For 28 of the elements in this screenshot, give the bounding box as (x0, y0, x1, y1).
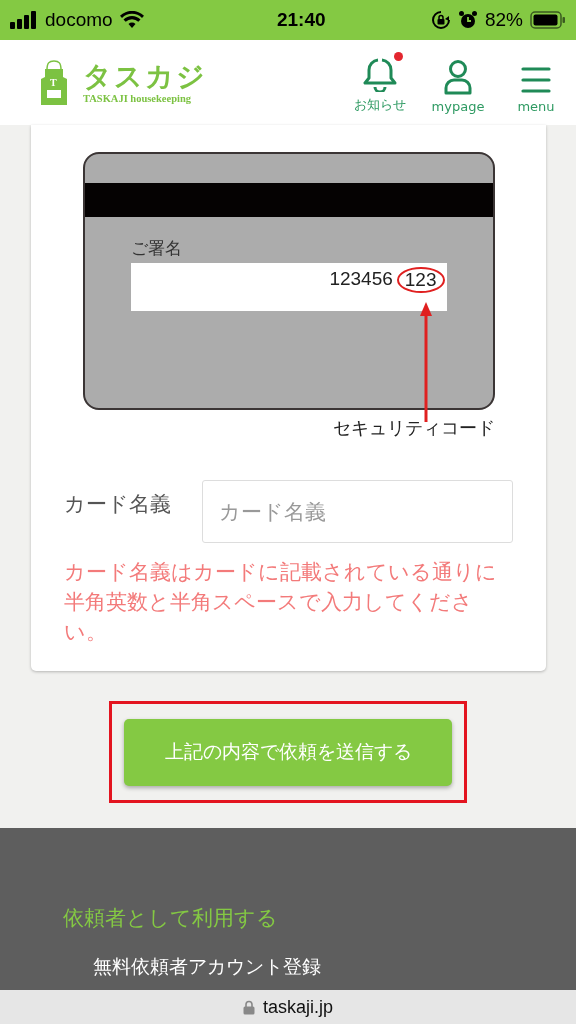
field-label: カード名義 (63, 491, 172, 518)
footer-link[interactable]: 無料依頼者アカウント登録 (93, 953, 576, 979)
wifi-icon (119, 11, 144, 29)
logo-title: タスカジ (83, 61, 207, 92)
card-number-text: 123456 (329, 267, 393, 291)
footer-heading: 依頼者として利用する (63, 905, 279, 932)
nav-menu-button[interactable]: menu (508, 54, 564, 114)
error-note: カード名義はカードに記載されている通りに半角英数と半角スペースで入力してください。 (63, 559, 498, 646)
url-text: taskaji.jp (263, 996, 333, 1018)
clock-time: 21:40 (277, 9, 326, 31)
carrier-name: docomo (45, 9, 113, 31)
person-icon (443, 58, 473, 95)
card-name-field[interactable]: カード名義 (202, 480, 513, 543)
battery-percent: 82% (484, 9, 523, 31)
menu-icon (521, 64, 551, 95)
nav-mypage-button[interactable]: mypage (430, 54, 486, 114)
signature-label: ご署名 (130, 237, 183, 259)
battery-icon (530, 11, 566, 29)
lock-icon (243, 999, 255, 1015)
logo-letter: T (50, 77, 57, 88)
logo-subtitle: TASKAJI housekeeping (83, 91, 193, 106)
security-code-text: 123 (396, 267, 445, 293)
signal-icon (10, 11, 38, 29)
nav-notifications-button[interactable]: お知らせ (352, 51, 408, 114)
alarm-icon (457, 10, 478, 30)
security-code-caption: セキュリティコード (331, 416, 495, 440)
submit-button[interactable]: 上記の内容で依頼を送信する (124, 718, 452, 786)
rotation-lock-icon (430, 10, 451, 30)
